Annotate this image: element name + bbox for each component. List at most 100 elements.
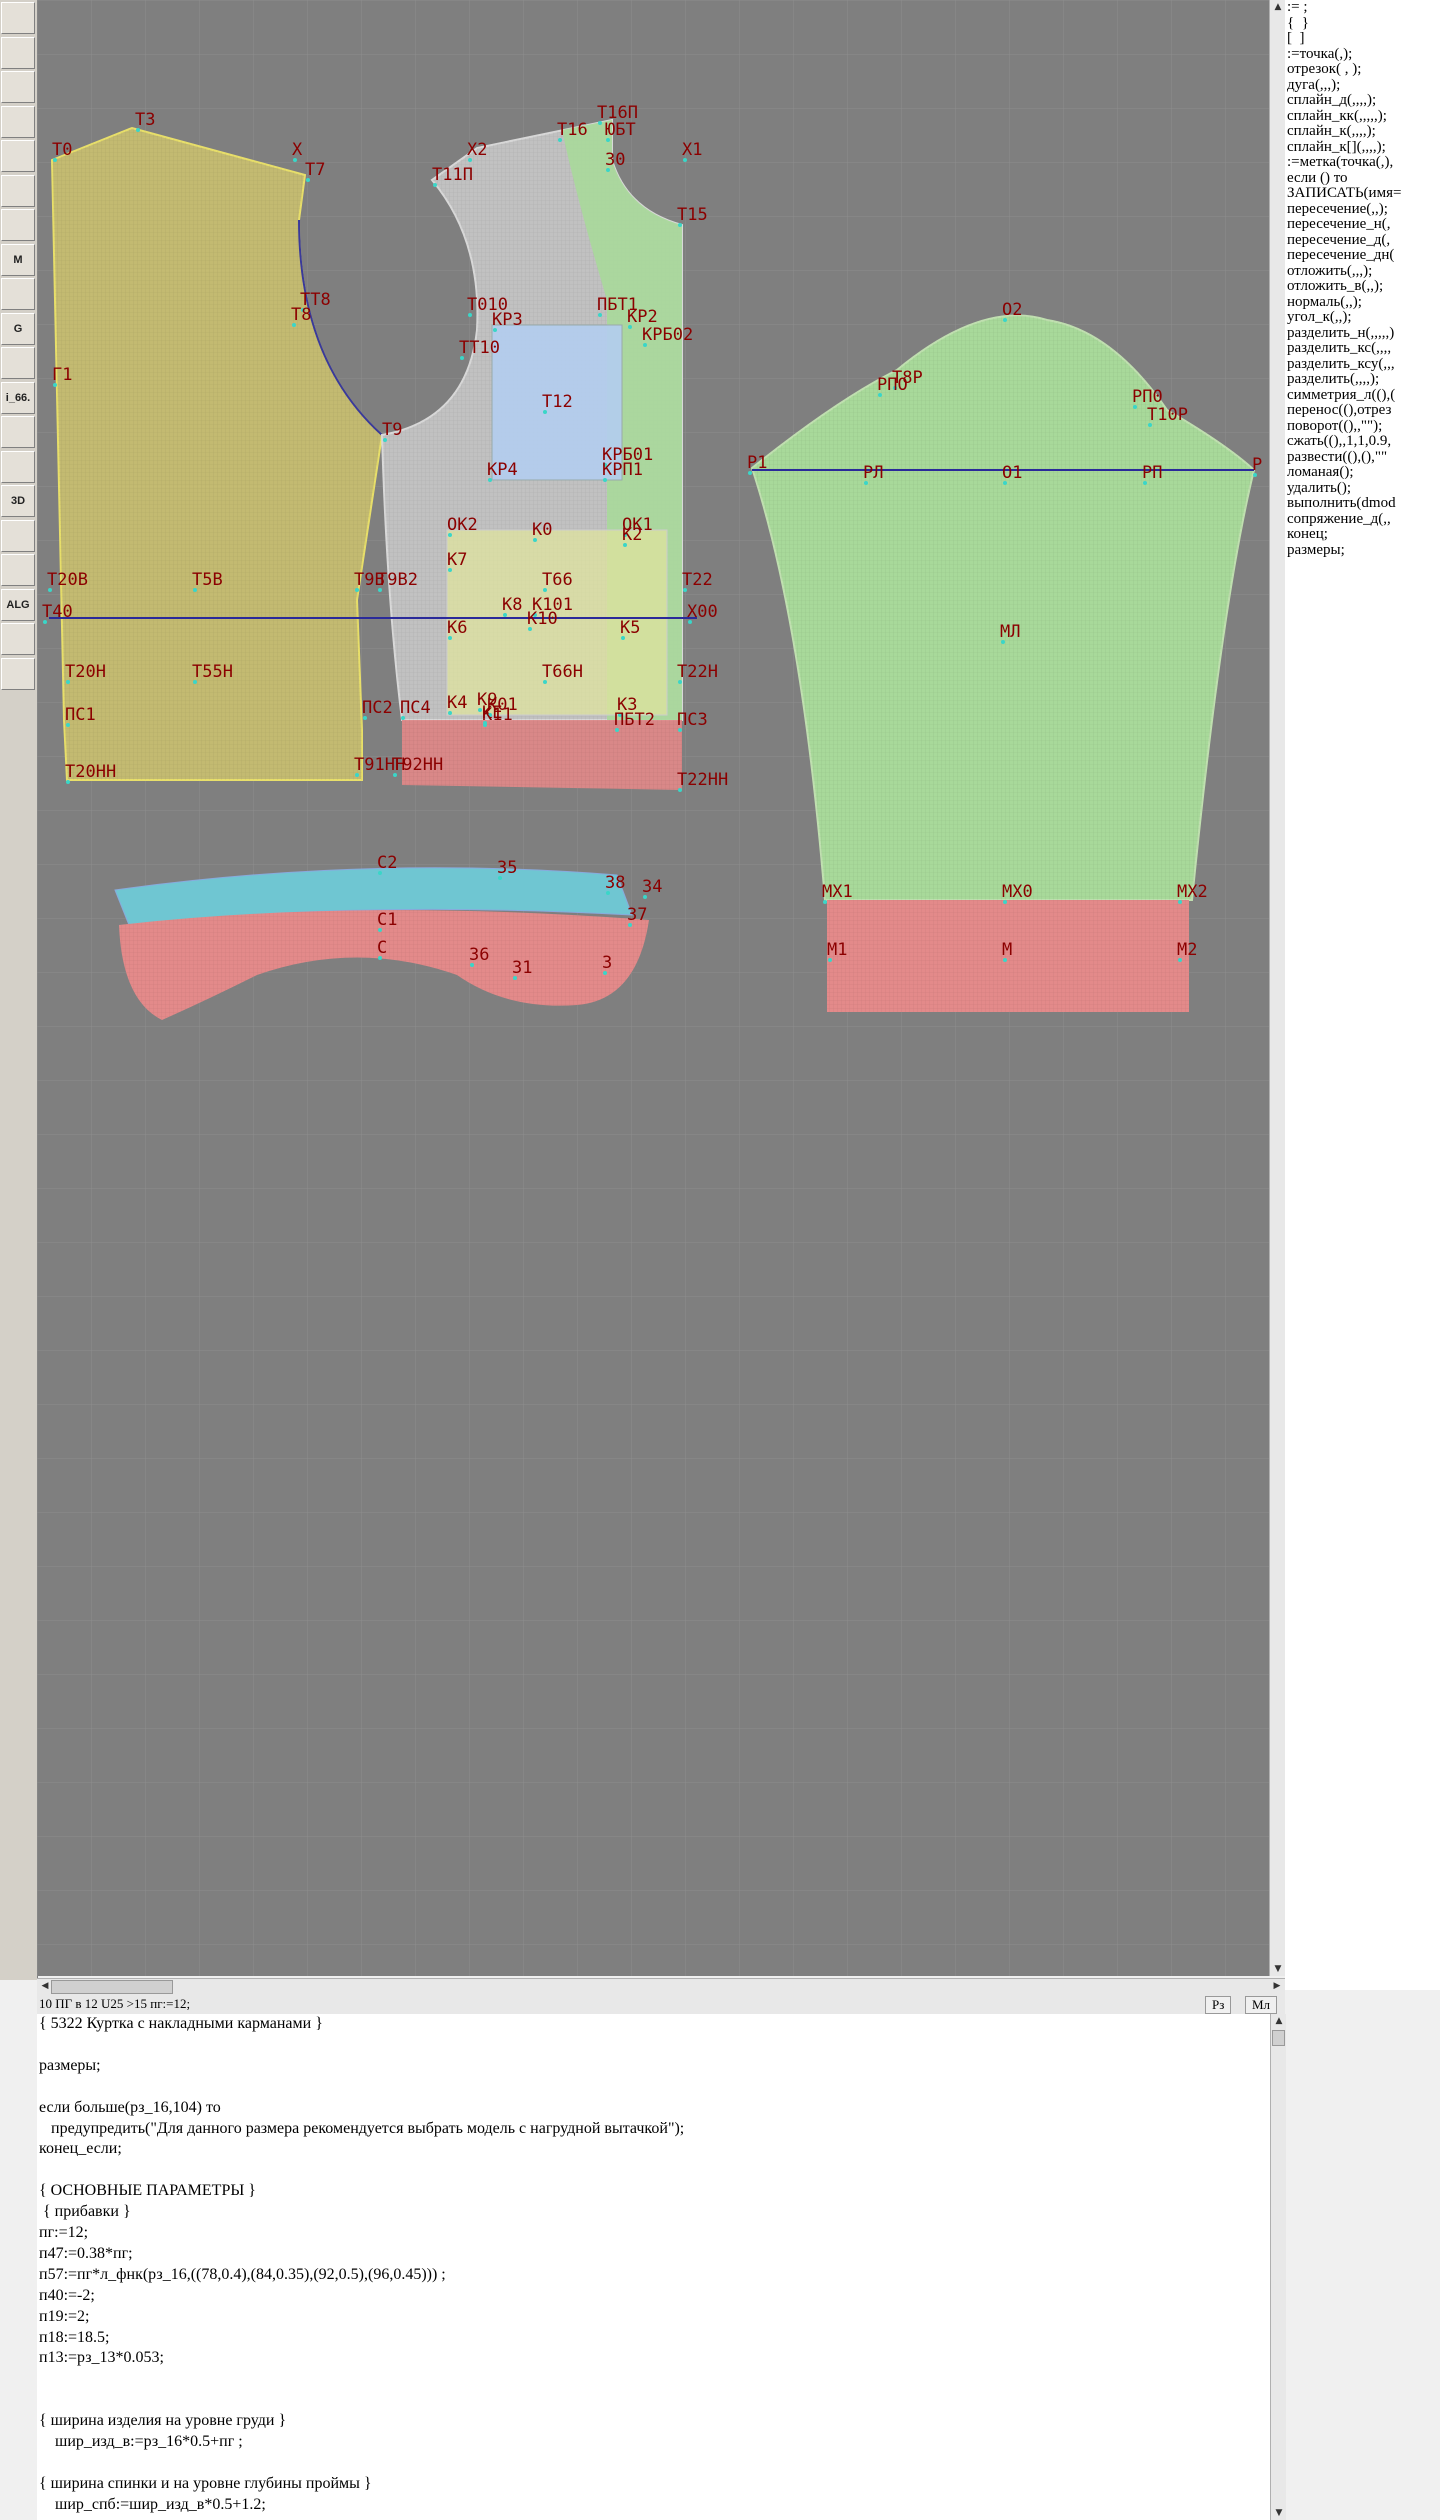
point-marker[interactable] — [66, 680, 70, 684]
script-line[interactable]: { ширина изделия на уровне груди } — [37, 2411, 1270, 2432]
script-line[interactable]: предупредить("Для данного размера рекоме… — [37, 2119, 1270, 2140]
point-marker[interactable] — [603, 971, 607, 975]
pattern-drawing[interactable]: Т0Т3ХТ7ТТ8Т8Г1Т9Т20В Т5В Т9ВТ9В2Т40Т20Н Т55… — [37, 0, 1269, 1976]
point-marker[interactable] — [643, 343, 647, 347]
point-marker[interactable] — [48, 588, 52, 592]
point-marker[interactable] — [293, 158, 297, 162]
point-marker[interactable] — [615, 728, 619, 732]
point-marker[interactable] — [606, 891, 610, 895]
point-marker[interactable] — [401, 716, 405, 720]
g-tool-icon[interactable]: G — [1, 312, 35, 345]
spreadsheet-icon[interactable] — [1, 416, 35, 448]
algorithm-icon[interactable]: ALG — [1, 588, 35, 621]
point-marker[interactable] — [378, 871, 382, 875]
point-marker[interactable] — [355, 588, 359, 592]
command-item[interactable]: выполнить(dmod — [1285, 495, 1440, 512]
command-item[interactable]: дуга(,,,); — [1285, 77, 1440, 94]
command-item[interactable]: сплайн_кк(,,,,,); — [1285, 108, 1440, 125]
script-line[interactable]: п40:=-2; — [37, 2286, 1270, 2307]
script-line[interactable]: если больше(рз_16,104) то — [37, 2098, 1270, 2119]
command-item[interactable]: отложить(,,,); — [1285, 263, 1440, 280]
point-marker[interactable] — [678, 223, 682, 227]
script-scroll-down-icon[interactable]: ▼ — [1271, 2506, 1287, 2520]
point-marker[interactable] — [543, 410, 547, 414]
command-item[interactable]: поворот((),,""); — [1285, 418, 1440, 435]
script-line[interactable]: { прибавки } — [37, 2202, 1270, 2223]
point-marker[interactable] — [448, 533, 452, 537]
point-marker[interactable] — [448, 568, 452, 572]
script-line[interactable] — [37, 2390, 1270, 2411]
point-marker[interactable] — [1178, 900, 1182, 904]
point-marker[interactable] — [66, 780, 70, 784]
file-label-icon[interactable]: i_66. — [1, 381, 35, 414]
point-marker[interactable] — [1178, 958, 1182, 962]
point-marker[interactable] — [606, 138, 610, 142]
point-marker[interactable] — [558, 138, 562, 142]
rz-button[interactable]: Рз — [1205, 1996, 1232, 2014]
figure-icon[interactable] — [1, 450, 35, 483]
point-marker[interactable] — [378, 956, 382, 960]
script-line[interactable] — [37, 2369, 1270, 2390]
point-marker[interactable] — [493, 328, 497, 332]
command-item[interactable]: симметрия_л((),( — [1285, 387, 1440, 404]
point-marker[interactable] — [193, 588, 197, 592]
measure-icon[interactable] — [1, 347, 35, 379]
stack-icon[interactable] — [1, 554, 35, 586]
point-marker[interactable] — [678, 788, 682, 792]
point-marker[interactable] — [306, 178, 310, 182]
layers-icon[interactable] — [1, 519, 35, 552]
script-line[interactable]: шир_изд_в:=рз_16*0.5+пг ; — [37, 2432, 1270, 2453]
point-marker[interactable] — [433, 183, 437, 187]
point-marker[interactable] — [448, 636, 452, 640]
point-marker[interactable] — [378, 928, 382, 932]
script-line[interactable]: размеры; — [37, 2056, 1270, 2077]
horizontal-scroll-thumb[interactable] — [51, 1980, 173, 1994]
script-line[interactable]: п57:=пг*л_фнк(рз_16,((78,0.4),(84,0.35),… — [37, 2265, 1270, 2286]
move-icon[interactable] — [1, 657, 35, 690]
script-line[interactable]: пг:=12; — [37, 2223, 1270, 2244]
canvas-vertical-scrollbar[interactable]: ▲ ▼ — [1269, 0, 1286, 1976]
command-item[interactable]: сжать((),,1,1,0.9, — [1285, 433, 1440, 450]
command-item[interactable]: отрезок( , ); — [1285, 61, 1440, 78]
point-marker[interactable] — [1148, 423, 1152, 427]
point-marker[interactable] — [43, 620, 47, 624]
point-marker[interactable] — [355, 773, 359, 777]
script-line[interactable]: п47:=0.38*пг; — [37, 2244, 1270, 2265]
3d-icon[interactable]: 3D — [1, 485, 35, 517]
point-marker[interactable] — [603, 478, 607, 482]
point-marker[interactable] — [628, 923, 632, 927]
point-marker[interactable] — [683, 588, 687, 592]
point-marker[interactable] — [468, 313, 472, 317]
point-marker[interactable] — [1143, 481, 1147, 485]
point-marker[interactable] — [683, 158, 687, 162]
ml-button[interactable]: Мл — [1245, 1996, 1278, 2014]
command-item[interactable]: ломаная(); — [1285, 464, 1440, 481]
line-icon[interactable] — [1, 140, 35, 172]
command-item[interactable]: := ; — [1285, 0, 1440, 16]
script-line[interactable] — [37, 2160, 1270, 2181]
point-marker[interactable] — [623, 543, 627, 547]
point-marker[interactable] — [543, 588, 547, 592]
script-line[interactable]: п19:=2; — [37, 2307, 1270, 2328]
script-line[interactable]: п18:=18.5; — [37, 2328, 1270, 2349]
command-item[interactable]: сплайн_д(,,,,); — [1285, 92, 1440, 109]
point-marker[interactable] — [1001, 640, 1005, 644]
point-marker[interactable] — [628, 325, 632, 329]
point-marker[interactable] — [513, 976, 517, 980]
command-item[interactable]: перенос((),отрез — [1285, 402, 1440, 419]
point-marker[interactable] — [606, 168, 610, 172]
point-marker[interactable] — [488, 478, 492, 482]
point-marker[interactable] — [828, 958, 832, 962]
point-marker[interactable] — [598, 313, 602, 317]
book-icon[interactable] — [1, 174, 35, 207]
script-scroll-up-icon[interactable]: ▲ — [1271, 2014, 1287, 2028]
point-marker[interactable] — [383, 438, 387, 442]
command-item[interactable]: удалить(); — [1285, 480, 1440, 497]
command-item[interactable]: сплайн_к(,,,,); — [1285, 123, 1440, 140]
point-marker[interactable] — [483, 723, 487, 727]
command-item[interactable]: развести((),(),"" — [1285, 449, 1440, 466]
script-scrollbar[interactable]: ▲ ▼ — [1270, 2014, 1286, 2520]
script-line[interactable]: { ОСНОВНЫЕ ПАРАМЕТРЫ } — [37, 2181, 1270, 2202]
script-line[interactable]: шир_спб:=шир_изд_в*0.5+1.2; — [37, 2495, 1270, 2516]
pattern-canvas[interactable]: Т0 Т3 Х Т7 ТТ8 Т8 Г1 Т9 Т20В Т5В Т9В Т9В2 Т40 Т20Н Т55… — [37, 0, 1269, 1976]
